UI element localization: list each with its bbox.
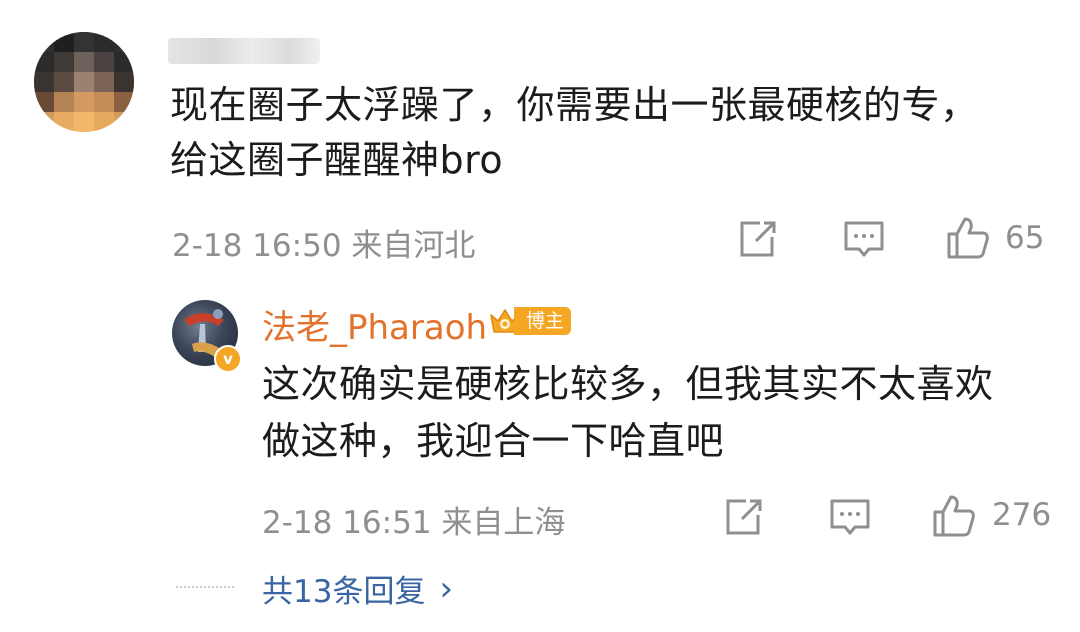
reply-author-name[interactable]: 法老_Pharaoh <box>262 300 487 349</box>
reply-text-line: 这次确实是硬核比较多，但我其实不太喜欢 <box>262 362 994 406</box>
reply-text: 这次确实是硬核比较多，但我其实不太喜欢 做这种，我迎合一下哈直吧 <box>262 356 1062 470</box>
share-icon[interactable] <box>724 497 764 537</box>
like-count: 276 <box>992 497 1052 533</box>
verified-badge: v <box>214 345 242 373</box>
comment-text-line: 给这圈子醒醒神bro <box>170 138 504 182</box>
comment-icon[interactable] <box>843 219 885 261</box>
avatar-pixel <box>54 92 74 112</box>
avatar-pixel <box>54 52 74 72</box>
reply-meta: 2-18 16:51 来自上海 <box>262 505 566 541</box>
more-replies-link[interactable]: 共13条回复 › <box>262 566 453 611</box>
avatar-pixel <box>94 92 114 112</box>
avatar-pixel <box>94 32 114 52</box>
commenter-avatar[interactable] <box>34 32 134 132</box>
avatar-pixel <box>34 52 54 72</box>
like-icon[interactable] <box>932 494 976 538</box>
chevron-right-icon: › <box>439 568 454 609</box>
comment-icon[interactable] <box>829 497 871 539</box>
avatar-pixel <box>34 72 54 92</box>
avatar-pixel <box>114 72 134 92</box>
avatar-pixel <box>94 72 114 92</box>
avatar-pixel <box>74 112 94 132</box>
avatar-pixel <box>114 92 134 112</box>
more-replies-label: 共13条回复 <box>262 574 426 610</box>
comment-meta: 2-18 16:50 来自河北 <box>172 228 476 264</box>
avatar-pixel <box>74 52 94 72</box>
avatar-pixel <box>74 32 94 52</box>
avatar-pixel <box>54 112 74 132</box>
avatar-pixel <box>74 72 94 92</box>
avatar-pixel <box>54 32 74 52</box>
blogger-badge: 博主 <box>488 304 572 338</box>
comment-text: 现在圈子太浮躁了，你需要出一张最硬核的专， 给这圈子醒醒神bro <box>170 78 1050 188</box>
avatar-pixel <box>114 52 134 72</box>
share-icon[interactable] <box>738 219 778 259</box>
comment-text-line: 现在圈子太浮躁了，你需要出一张最硬核的专， <box>170 83 979 127</box>
reply-text-line: 做这种，我迎合一下哈直吧 <box>262 419 725 463</box>
blogger-badge-label: 博主 <box>514 307 572 335</box>
like-icon[interactable] <box>946 216 990 260</box>
avatar-pixel <box>54 72 74 92</box>
more-replies-divider <box>176 586 234 588</box>
avatar-pixel <box>34 92 54 112</box>
avatar-pixel <box>74 92 94 112</box>
commenter-name-blurred[interactable] <box>168 38 320 64</box>
like-count: 65 <box>1005 220 1045 256</box>
avatar-pixel <box>94 52 114 72</box>
avatar-pixel <box>94 112 114 132</box>
